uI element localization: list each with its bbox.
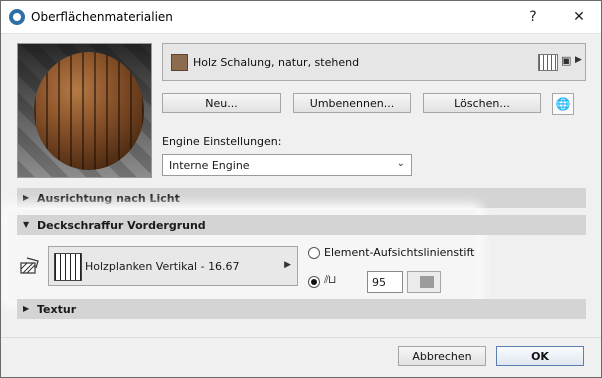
section-title: Ausrichtung nach Licht	[37, 192, 180, 205]
pen-icon: ⫽⊔	[324, 273, 337, 286]
fill-picker[interactable]: Holzplanken Vertikal - 16.67 ▶	[48, 246, 298, 286]
material-swatch	[171, 54, 188, 71]
cancel-button[interactable]: Abbrechen	[398, 346, 486, 366]
material-selector[interactable]: Holz Schalung, natur, stehend ▣ ▶	[162, 43, 586, 81]
engine-label: Engine Einstellungen:	[162, 135, 282, 148]
engine-select[interactable]: Interne Engine ⌄	[162, 154, 412, 176]
chevron-down-icon: ⌄	[396, 158, 405, 169]
rename-button[interactable]: Umbenennen...	[293, 93, 411, 113]
expand-icon: ▶	[23, 304, 30, 313]
chevron-right-icon: ▶	[284, 260, 291, 270]
material-preview	[17, 43, 152, 178]
close-button[interactable]: ✕	[559, 1, 599, 33]
section-texture[interactable]: ▶ Textur	[17, 299, 586, 319]
fill-preview-icon	[538, 54, 558, 71]
pen-color-button[interactable]	[407, 271, 441, 293]
image-icon: ▣	[561, 54, 572, 67]
globe-icon[interactable]: 🌐	[552, 93, 574, 115]
fill-name: Holzplanken Vertikal - 16.67	[85, 260, 240, 273]
help-button[interactable]: ?	[513, 1, 553, 33]
delete-button[interactable]: Löschen...	[423, 93, 541, 113]
window-title: Oberflächenmaterialien	[31, 10, 173, 24]
collapse-icon: ▼	[23, 220, 30, 229]
material-name: Holz Schalung, natur, stehend	[193, 56, 360, 69]
pen-number-input[interactable]: 95	[367, 271, 403, 293]
app-icon	[9, 9, 25, 25]
radio-element-pen[interactable]	[308, 247, 320, 259]
chevron-right-icon: ▶	[575, 55, 582, 65]
radio-element-pen-label: Element-Aufsichtslinienstift	[324, 246, 475, 259]
dialog-window: Oberflächenmaterialien ? ✕ Holz Schalung…	[0, 0, 602, 378]
ok-button[interactable]: OK	[496, 346, 584, 366]
title-bar: Oberflächenmaterialien ? ✕	[1, 1, 601, 34]
engine-value: Interne Engine	[169, 159, 250, 172]
section-title: Textur	[37, 303, 77, 316]
expand-icon: ▶	[23, 193, 30, 202]
footer-divider	[1, 337, 601, 338]
radio-custom-pen[interactable]	[308, 276, 320, 288]
pen-color-swatch	[420, 276, 434, 288]
fill-type-icon	[20, 257, 39, 274]
new-button[interactable]: Neu...	[162, 93, 281, 113]
fill-thumbnail	[54, 253, 82, 281]
section-light-orientation[interactable]: ▶ Ausrichtung nach Licht	[17, 188, 586, 208]
preview-sphere	[34, 52, 144, 170]
section-title: Deckschraffur Vordergrund	[37, 219, 206, 232]
section-foreground-fill[interactable]: ▼ Deckschraffur Vordergrund	[17, 215, 586, 235]
